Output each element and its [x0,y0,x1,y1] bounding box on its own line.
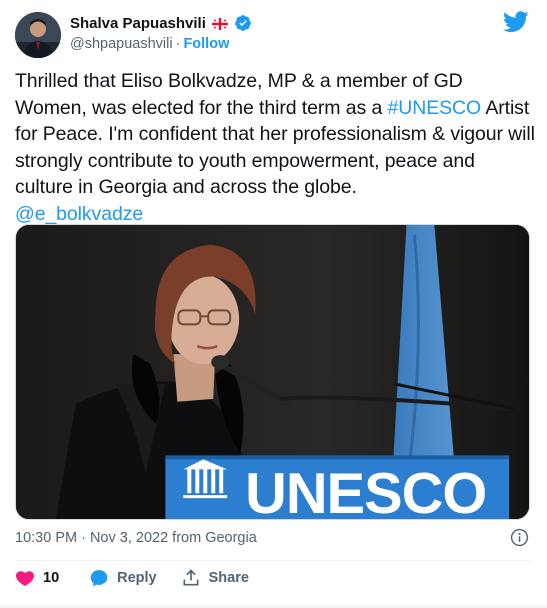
tweet-photo[interactable]: UNESCO [15,224,530,520]
photo-image: UNESCO [16,225,529,519]
reply-button[interactable]: Reply [89,568,157,588]
share-upload-icon [183,569,199,586]
author-name-row: Shalva Papuashvili [70,14,252,32]
unesco-sign-text: UNESCO [245,462,486,519]
info-icon[interactable] [510,528,529,547]
share-button[interactable]: Share [181,568,249,588]
georgia-flag-icon [211,17,229,31]
author-display-name[interactable]: Shalva Papuashvili [70,15,206,32]
share-label: Share [208,570,249,586]
reply-label: Reply [117,570,157,586]
hashtag-link[interactable]: #UNESCO [388,97,482,119]
heart-icon [16,571,34,586]
reply-bubble-icon [90,570,108,587]
author-handle[interactable]: @shpapuashvili [70,36,173,52]
like-button[interactable]: 10 [15,568,59,588]
tweet-actions: 10 Reply Share [15,566,249,590]
follow-button[interactable]: Follow [183,36,229,52]
avatar-image [15,12,61,58]
handle-separator: · [175,36,181,52]
divider [15,560,532,561]
tweet-card: Shalva Papuashvili @shpapuashvili · Follow [0,0,547,608]
mention-link[interactable]: @e_bolkvadze [15,203,143,225]
tweet-timestamp[interactable]: 10:30 PM · Nov 3, 2022 from Georgia [15,530,257,546]
avatar[interactable] [15,12,61,58]
tweet-text: Thrilled that Eliso Bolkvadze, MP & a me… [15,68,535,227]
twitter-bird-icon[interactable] [503,11,529,33]
verified-badge-icon [234,14,252,32]
author-handle-row: @shpapuashvili · Follow [70,36,229,52]
like-count: 10 [43,570,60,586]
